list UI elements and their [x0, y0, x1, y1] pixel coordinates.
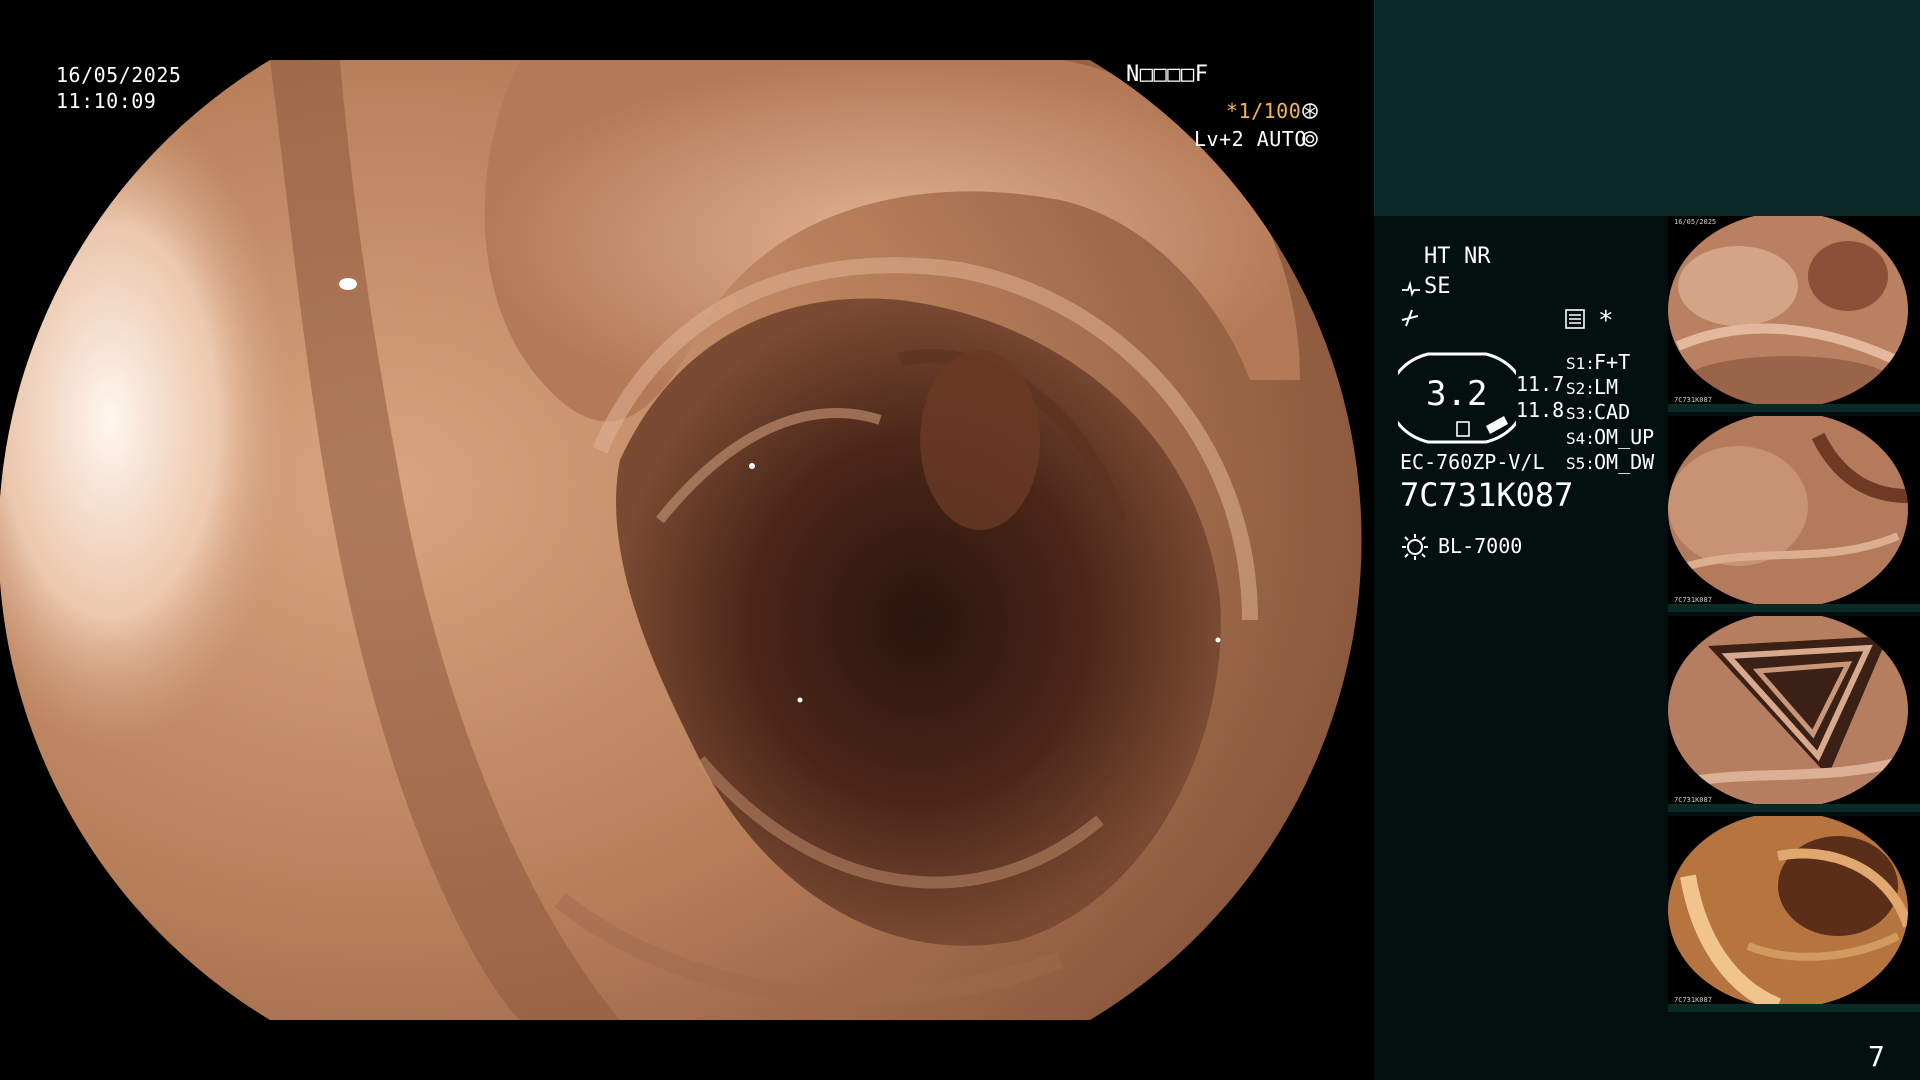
thumbnail-footer [1668, 404, 1920, 412]
shutter-speed: *1/100 [1226, 99, 1302, 123]
lamp-icon [1400, 532, 1430, 562]
thumbnail-image [1668, 616, 1908, 808]
scope-serial: 7C731K087 [1400, 476, 1574, 514]
mode-ht: HT [1424, 244, 1451, 269]
light-source: BL-7000 [1438, 534, 1523, 558]
preset-label: F+T [1594, 350, 1631, 374]
patient-code: N□□□□F [1126, 62, 1209, 87]
preset-key: S4: [1566, 429, 1595, 448]
structure-value: 3.2 [1426, 374, 1488, 414]
thumbnail-serial: 7C731K087 [1674, 796, 1712, 804]
mode-nr: NR [1464, 244, 1491, 269]
time-label: 11:10:09 [56, 89, 157, 113]
page-number: 7 [1868, 1040, 1885, 1073]
preset-label: CAD [1594, 400, 1631, 424]
mode-se: SE [1424, 274, 1451, 299]
auto-iris-icon [1302, 131, 1318, 147]
thumbnail-date: 16/05/2025 [1674, 218, 1717, 226]
thumbnail-serial: 7C731K087 [1674, 996, 1712, 1004]
preset-label: LM [1594, 375, 1619, 399]
asterisk-marker: * [1598, 306, 1614, 336]
thumbnail-image [1668, 216, 1908, 408]
preset-label: OM_DW [1594, 450, 1655, 474]
thumbnail[interactable]: 7C731K087 [1668, 816, 1920, 1012]
preset-key: S2: [1566, 379, 1595, 398]
preset-label: OM_UP [1594, 425, 1655, 449]
panel-header [1374, 0, 1920, 216]
thumbnail-serial: 7C731K087 [1674, 596, 1712, 604]
enhance-icon [1400, 280, 1422, 298]
thumbnail[interactable]: 7C731K087 [1668, 616, 1920, 812]
value-b: 11.8 [1516, 398, 1565, 422]
endoscope-view: 16/05/2025 11:10:09 N□□□□F *1/100 Lv+2 A… [0, 0, 1372, 1080]
thumbnail[interactable]: 16/05/2025 7C731K087 [1668, 216, 1920, 412]
date-label: 16/05/2025 [56, 63, 182, 87]
color-icon [1400, 308, 1422, 328]
level-auto: Lv+2 AUTO [1194, 127, 1307, 151]
endoscope-image [0, 60, 1362, 1020]
thumbnail-image [1668, 816, 1908, 1008]
thumbnail[interactable]: 7C731K087 [1668, 416, 1920, 612]
shutter-icon [1302, 103, 1318, 119]
thumbnail-image [1668, 416, 1908, 608]
preset-key: S1: [1566, 354, 1595, 373]
thumbnail-footer [1668, 804, 1920, 812]
preset-key: S5: [1566, 454, 1595, 473]
scope-model: EC-760ZP-V/L [1400, 450, 1545, 474]
thumbnail-footer [1668, 604, 1920, 612]
memory-icon [1564, 308, 1586, 330]
preset-key: S3: [1566, 404, 1595, 423]
thumbnail-footer [1668, 1004, 1920, 1012]
value-a: 11.7 [1516, 372, 1565, 396]
thumbnail-serial: 7C731K087 [1674, 396, 1712, 404]
